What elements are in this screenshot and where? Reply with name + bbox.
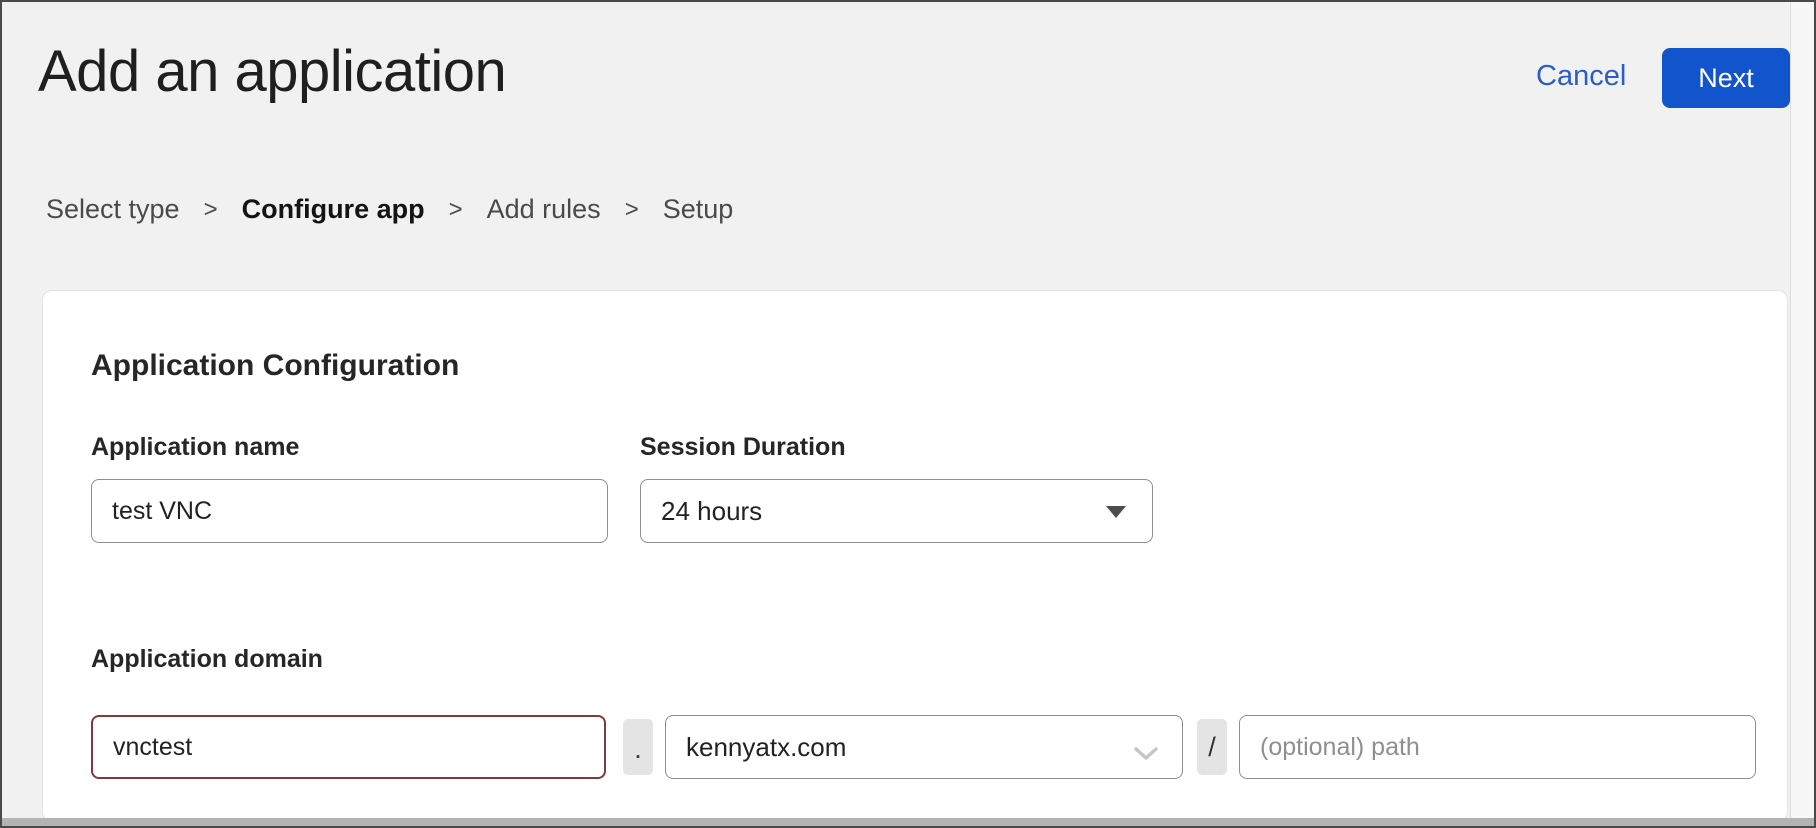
slash-separator: / xyxy=(1197,719,1227,775)
domain-select[interactable]: kennyatx.com xyxy=(665,715,1183,779)
breadcrumb-separator: > xyxy=(449,196,463,224)
next-button[interactable]: Next xyxy=(1662,48,1790,108)
dot-separator: . xyxy=(623,719,653,775)
chevron-down-icon xyxy=(1132,738,1160,769)
breadcrumb-step-add-rules[interactable]: Add rules xyxy=(487,194,601,225)
window-bottom-edge xyxy=(2,818,1816,828)
application-name-label: Application name xyxy=(91,433,299,462)
subdomain-input[interactable] xyxy=(91,715,606,779)
breadcrumb-step-setup[interactable]: Setup xyxy=(663,194,734,225)
add-application-page: Add an application Cancel Next Select ty… xyxy=(0,0,1816,828)
application-configuration-card: Application Configuration Application na… xyxy=(42,290,1788,822)
section-title: Application Configuration xyxy=(91,349,459,383)
breadcrumb-step-configure-app[interactable]: Configure app xyxy=(242,194,425,225)
application-domain-label: Application domain xyxy=(91,645,323,674)
application-name-input[interactable] xyxy=(91,479,608,543)
breadcrumb-step-select-type[interactable]: Select type xyxy=(46,194,180,225)
caret-down-icon xyxy=(1106,506,1126,518)
page-title: Add an application xyxy=(38,38,506,105)
session-duration-label: Session Duration xyxy=(640,433,846,462)
breadcrumb: Select type > Configure app > Add rules … xyxy=(46,194,733,225)
breadcrumb-separator: > xyxy=(625,196,639,224)
scrollbar[interactable] xyxy=(1790,2,1814,828)
breadcrumb-separator: > xyxy=(204,196,218,224)
session-duration-value: 24 hours xyxy=(661,496,762,527)
session-duration-select[interactable]: 24 hours xyxy=(640,479,1153,543)
domain-select-value: kennyatx.com xyxy=(686,732,846,763)
cancel-button[interactable]: Cancel xyxy=(1536,60,1616,93)
path-input[interactable] xyxy=(1239,715,1756,779)
